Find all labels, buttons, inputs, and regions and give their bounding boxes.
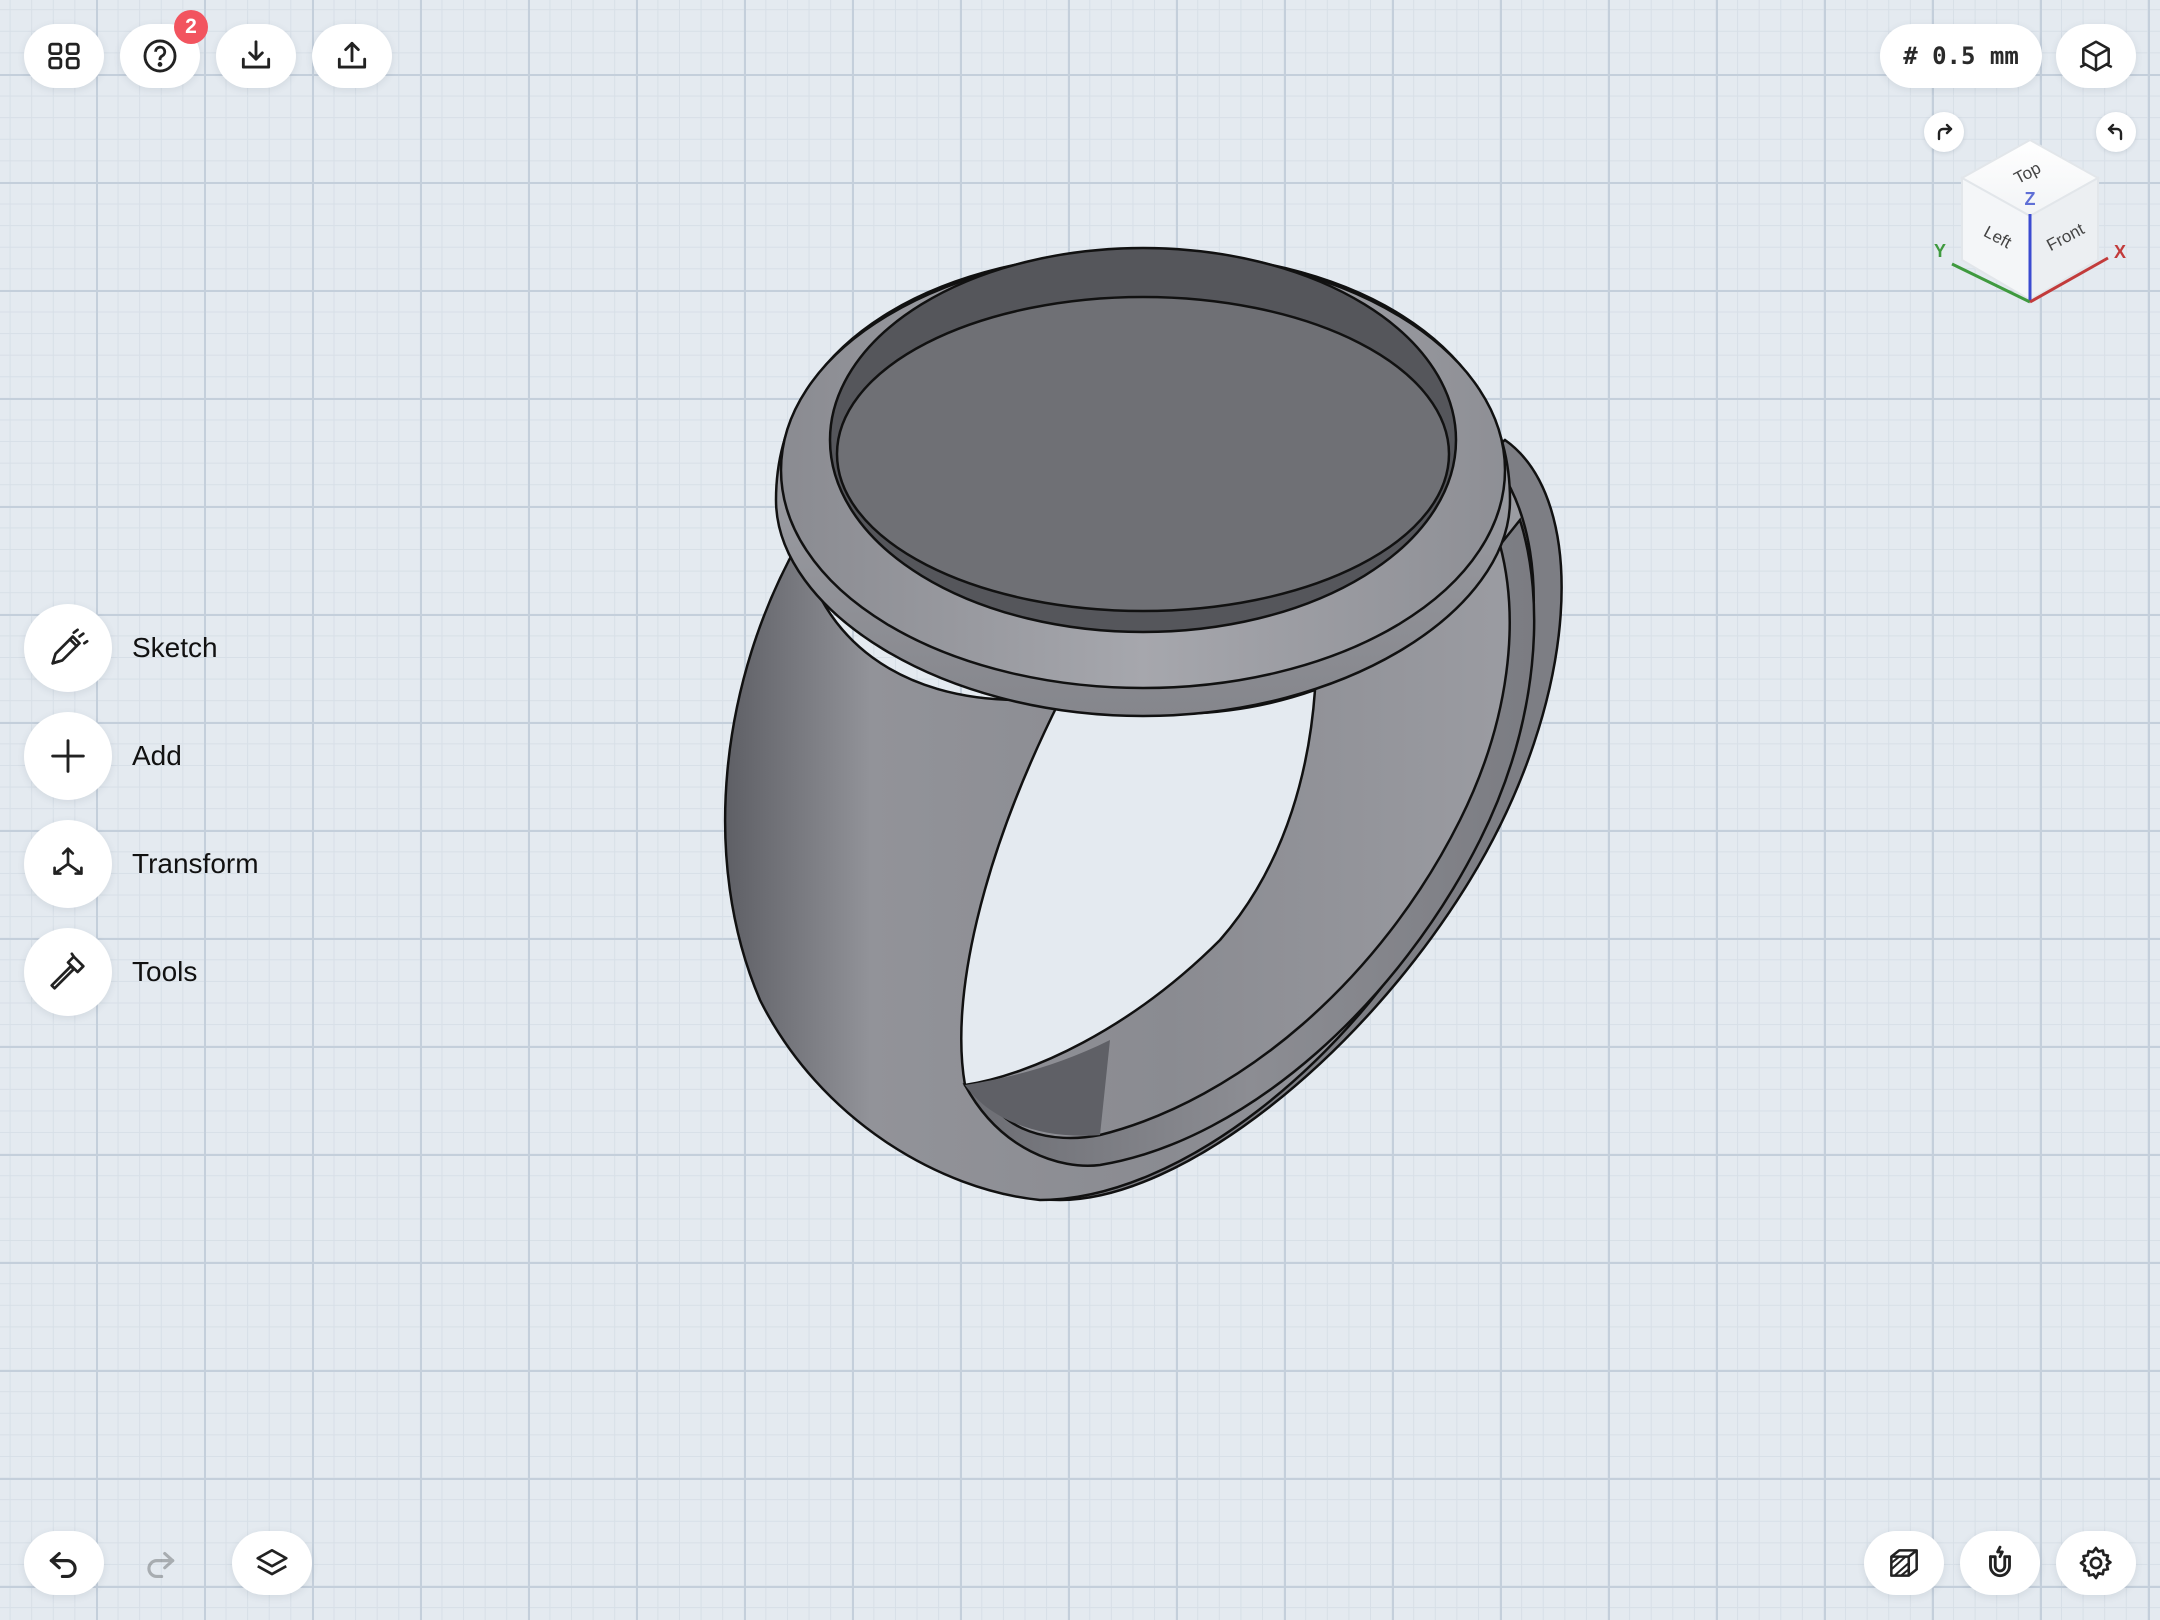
undo-button[interactable] [24, 1531, 104, 1595]
magnet-icon [1989, 1545, 2011, 1578]
bezel-cup-floor [835, 295, 1451, 613]
layers-icon [256, 1548, 288, 1576]
section-view-button[interactable] [1864, 1531, 1944, 1595]
section-view-icon [1890, 1549, 1918, 1577]
undo-icon [49, 1551, 77, 1579]
redo-icon [147, 1551, 175, 1579]
gear-icon [2079, 1546, 2112, 1580]
snap-button[interactable] [1960, 1531, 2040, 1595]
layers-button[interactable] [232, 1531, 312, 1595]
settings-button[interactable] [2056, 1531, 2136, 1595]
ring-model[interactable] [0, 0, 2160, 1620]
redo-button[interactable] [120, 1531, 200, 1595]
